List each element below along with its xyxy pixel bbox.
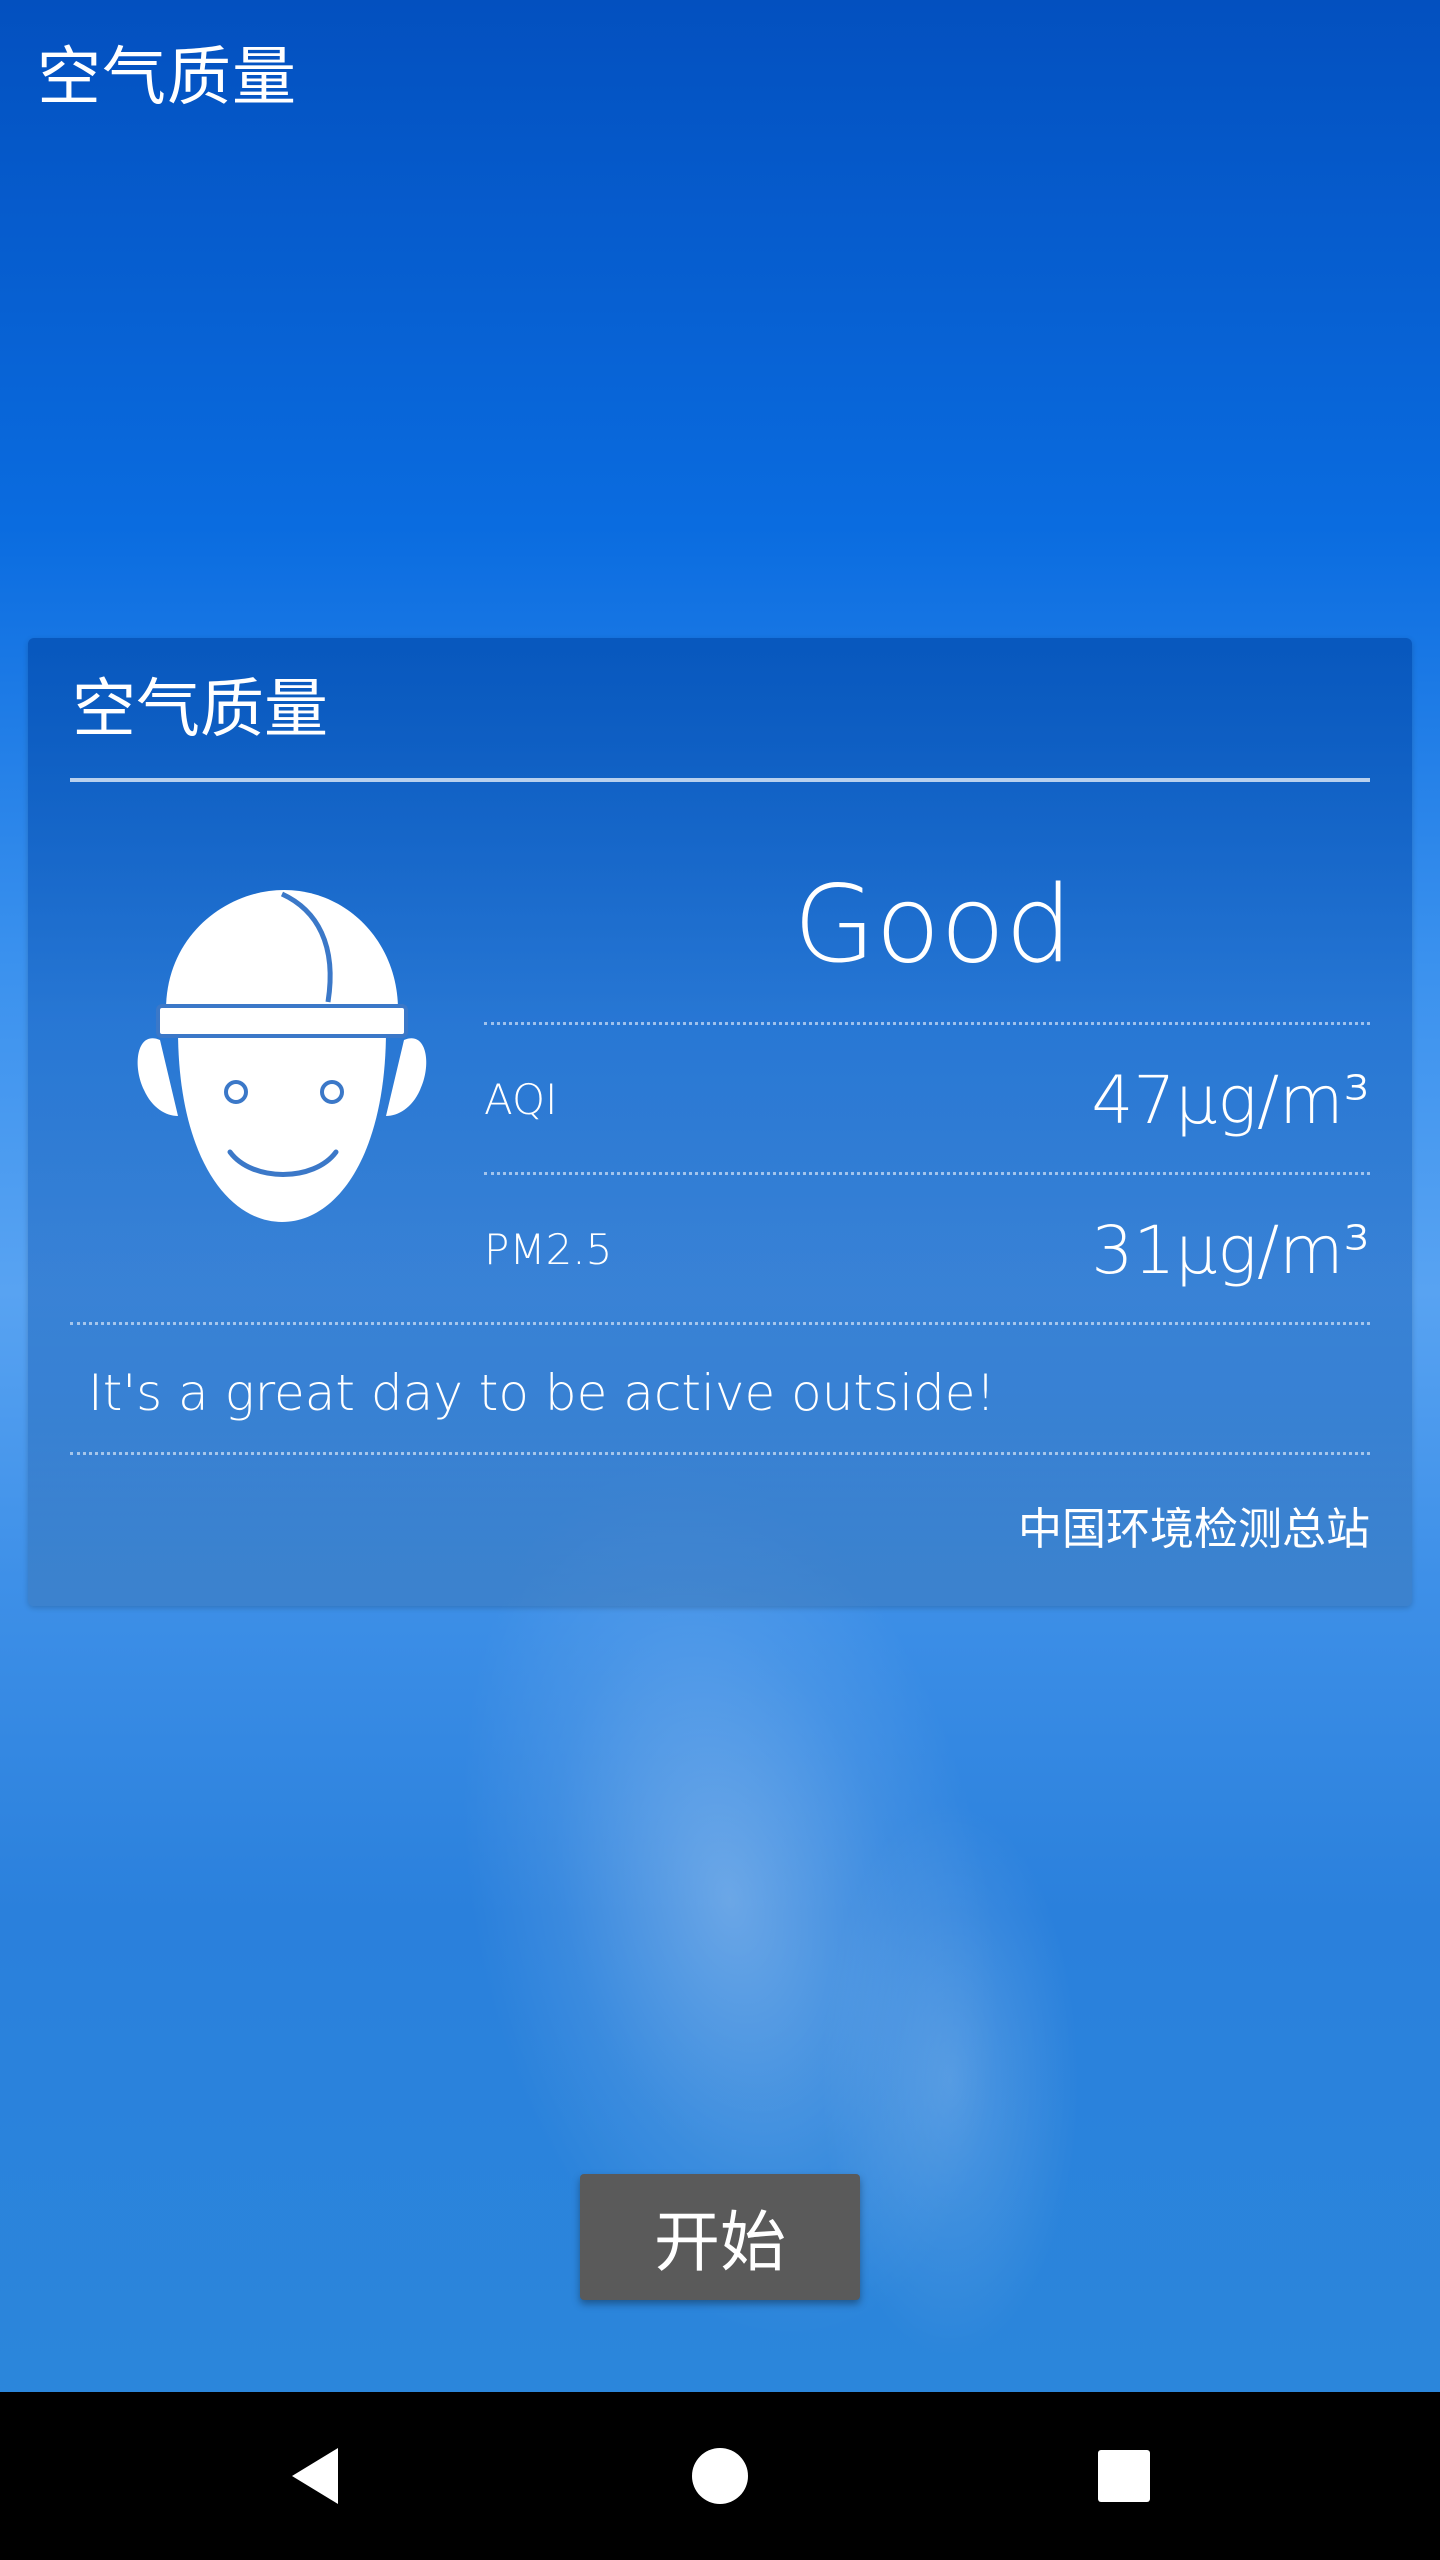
nav-recents-button[interactable] bbox=[1040, 2392, 1208, 2560]
back-triangle-icon bbox=[292, 2448, 338, 2504]
air-quality-card: 空气质量 Good AQI 47μg/m³ PM2.5 31μg/m³ It's… bbox=[28, 638, 1412, 1606]
air-quality-status: Good bbox=[793, 863, 1073, 986]
advice-text: It's a great day to be active outside! bbox=[88, 1364, 996, 1422]
divider-pm25 bbox=[70, 1322, 1370, 1325]
divider-status bbox=[484, 1022, 1370, 1025]
system-navigation-bar bbox=[0, 2392, 1440, 2560]
nav-back-button[interactable] bbox=[232, 2392, 400, 2560]
start-button[interactable]: 开始 bbox=[580, 2174, 860, 2300]
pm25-value: 31μg/m³ bbox=[1091, 1212, 1370, 1289]
home-circle-icon bbox=[692, 2448, 748, 2504]
pm25-label: PM2.5 bbox=[484, 1225, 613, 1274]
smiling-face-with-cap-icon bbox=[137, 890, 427, 1222]
aqi-label: AQI bbox=[484, 1075, 558, 1124]
nav-home-button[interactable] bbox=[636, 2392, 804, 2560]
card-title: 空气质量 bbox=[72, 673, 328, 747]
recents-square-icon bbox=[1098, 2450, 1150, 2502]
data-source: 中国环境检测总站 bbox=[1018, 1504, 1370, 1555]
card-title-divider bbox=[70, 778, 1370, 782]
app-title: 空气质量 bbox=[37, 41, 297, 115]
divider-aqi bbox=[484, 1172, 1370, 1175]
divider-advice bbox=[70, 1452, 1370, 1455]
aqi-value: 47μg/m³ bbox=[1091, 1062, 1370, 1139]
